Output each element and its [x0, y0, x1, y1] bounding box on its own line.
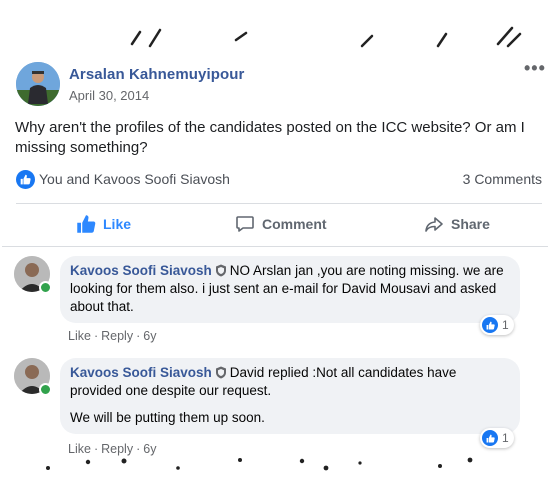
share-button[interactable]: Share — [424, 204, 490, 244]
post-date[interactable]: April 30, 2014 — [69, 88, 149, 103]
comment-reaction-count[interactable]: 1 — [480, 315, 514, 335]
comment-reply-link[interactable]: Reply — [101, 442, 133, 456]
comment-bubble: Kavoos Soofi Siavosh David replied :Not a… — [60, 358, 520, 434]
comment-meta: Like · Reply · 6y — [68, 329, 157, 343]
share-label: Share — [451, 216, 490, 232]
comment-meta: Like · Reply · 6y — [68, 442, 157, 456]
comment-button[interactable]: Comment — [235, 204, 548, 244]
divider — [2, 246, 548, 247]
shield-icon — [215, 264, 226, 277]
post-header: Arsalan Kahnemuyipour April 30, 2014 ••• — [2, 48, 548, 118]
comment-reaction-count[interactable]: 1 — [480, 428, 514, 448]
comment-timestamp[interactable]: 6y — [143, 442, 156, 456]
reaction-count: 1 — [502, 431, 509, 445]
like-button[interactable]: Like — [76, 204, 131, 244]
comment-like-link[interactable]: Like — [68, 442, 91, 456]
post-text: Why aren't the profiles of the candidate… — [15, 119, 525, 156]
comment-timestamp[interactable]: 6y — [143, 329, 156, 343]
comment-item: Kavoos Soofi Siavosh David replied :Not a… — [2, 358, 548, 456]
post-author[interactable]: Arsalan Kahnemuyipour — [69, 66, 244, 83]
reaction-count: 1 — [502, 318, 509, 332]
share-arrow-icon — [425, 217, 443, 232]
like-reaction-icon — [16, 170, 35, 189]
reactors-text[interactable]: You and Kavoos Soofi Siavosh — [39, 171, 230, 187]
post-actions: Like Comment Share — [16, 204, 542, 244]
commenter-avatar[interactable] — [14, 358, 52, 396]
shield-icon — [215, 366, 226, 379]
comment-like-link[interactable]: Like — [68, 329, 91, 343]
like-reaction-icon — [482, 430, 498, 446]
comment-text-continued: We will be putting them up soon. — [70, 410, 265, 425]
comment-bubble: Kavoos Soofi Siavosh NO Arslan jan ,you a… — [60, 256, 520, 323]
comment-author[interactable]: Kavoos Soofi Siavosh — [70, 365, 212, 380]
avatar[interactable] — [16, 62, 60, 106]
online-status-indicator — [39, 383, 52, 396]
online-status-indicator — [39, 281, 52, 294]
commenter-avatar[interactable] — [14, 256, 52, 294]
like-label: Like — [103, 216, 132, 232]
thumbs-up-icon — [77, 215, 96, 233]
comment-item: Kavoos Soofi Siavosh NO Arslan jan ,you a… — [2, 256, 548, 352]
like-reaction-icon — [482, 317, 498, 333]
reactions-summary[interactable]: You and Kavoos Soofi Siavosh 3 Comments — [15, 169, 542, 191]
profile-photo — [16, 62, 60, 106]
comment-count[interactable]: 3 Comments — [463, 171, 542, 187]
post-card: Arsalan Kahnemuyipour April 30, 2014 •••… — [2, 48, 548, 456]
comment-author[interactable]: Kavoos Soofi Siavosh — [70, 263, 212, 278]
comment-reply-link[interactable]: Reply — [101, 329, 133, 343]
speech-bubble-icon — [236, 216, 254, 232]
more-options-button[interactable]: ••• — [524, 58, 546, 79]
comment-label: Comment — [262, 216, 327, 232]
